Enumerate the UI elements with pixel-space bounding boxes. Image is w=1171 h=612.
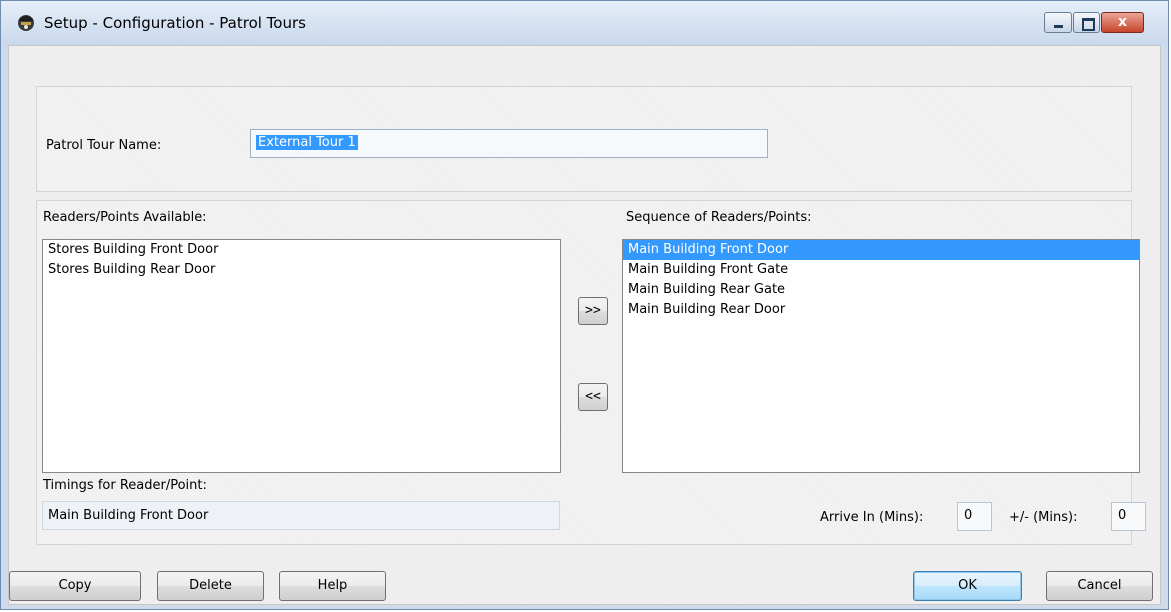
add-to-sequence-button[interactable]: >> [578,297,608,325]
available-listbox[interactable]: Stores Building Front Door Stores Buildi… [42,239,561,473]
tolerance-label: +/- (Mins): [1009,510,1078,525]
list-item[interactable]: Stores Building Front Door [43,240,560,260]
tour-name-label: Patrol Tour Name: [46,138,162,153]
list-item[interactable]: Main Building Front Gate [623,260,1139,280]
title-bar[interactable]: Setup - Configuration - Patrol Tours x [1,1,1168,45]
delete-button[interactable]: Delete [157,571,264,601]
remove-from-sequence-button[interactable]: << [578,383,608,411]
tour-name-value: External Tour 1 [256,135,358,150]
tolerance-input[interactable]: 0 [1111,502,1146,531]
list-item[interactable]: Main Building Rear Gate [623,280,1139,300]
dialog-client-area: Patrol Tour Name: External Tour 1 Reader… [8,45,1161,605]
arrive-in-input[interactable]: 0 [957,502,992,531]
close-button[interactable]: x [1101,12,1144,33]
app-icon [18,15,34,31]
maximize-button[interactable] [1073,12,1100,33]
timings-label: Timings for Reader/Point: [43,478,207,493]
minimize-button[interactable] [1044,12,1072,33]
cancel-button[interactable]: Cancel [1046,571,1153,601]
ok-button[interactable]: OK [913,571,1022,601]
close-icon: x [1117,14,1128,30]
available-label: Readers/Points Available: [43,210,207,225]
help-button[interactable]: Help [279,571,386,601]
timings-reader-field: Main Building Front Door [42,501,560,530]
arrive-in-label: Arrive In (Mins): [820,510,924,525]
list-item[interactable]: Main Building Front Door [623,240,1139,260]
list-item[interactable]: Stores Building Rear Door [43,260,560,280]
window-title: Setup - Configuration - Patrol Tours [44,14,306,32]
list-item[interactable]: Main Building Rear Door [623,300,1139,320]
patrol-tours-window: Setup - Configuration - Patrol Tours x P… [0,0,1169,610]
copy-button[interactable]: Copy [9,571,141,601]
sequence-label: Sequence of Readers/Points: [626,210,812,225]
sequence-listbox[interactable]: Main Building Front Door Main Building F… [622,239,1140,473]
tour-name-input[interactable]: External Tour 1 [250,129,768,158]
